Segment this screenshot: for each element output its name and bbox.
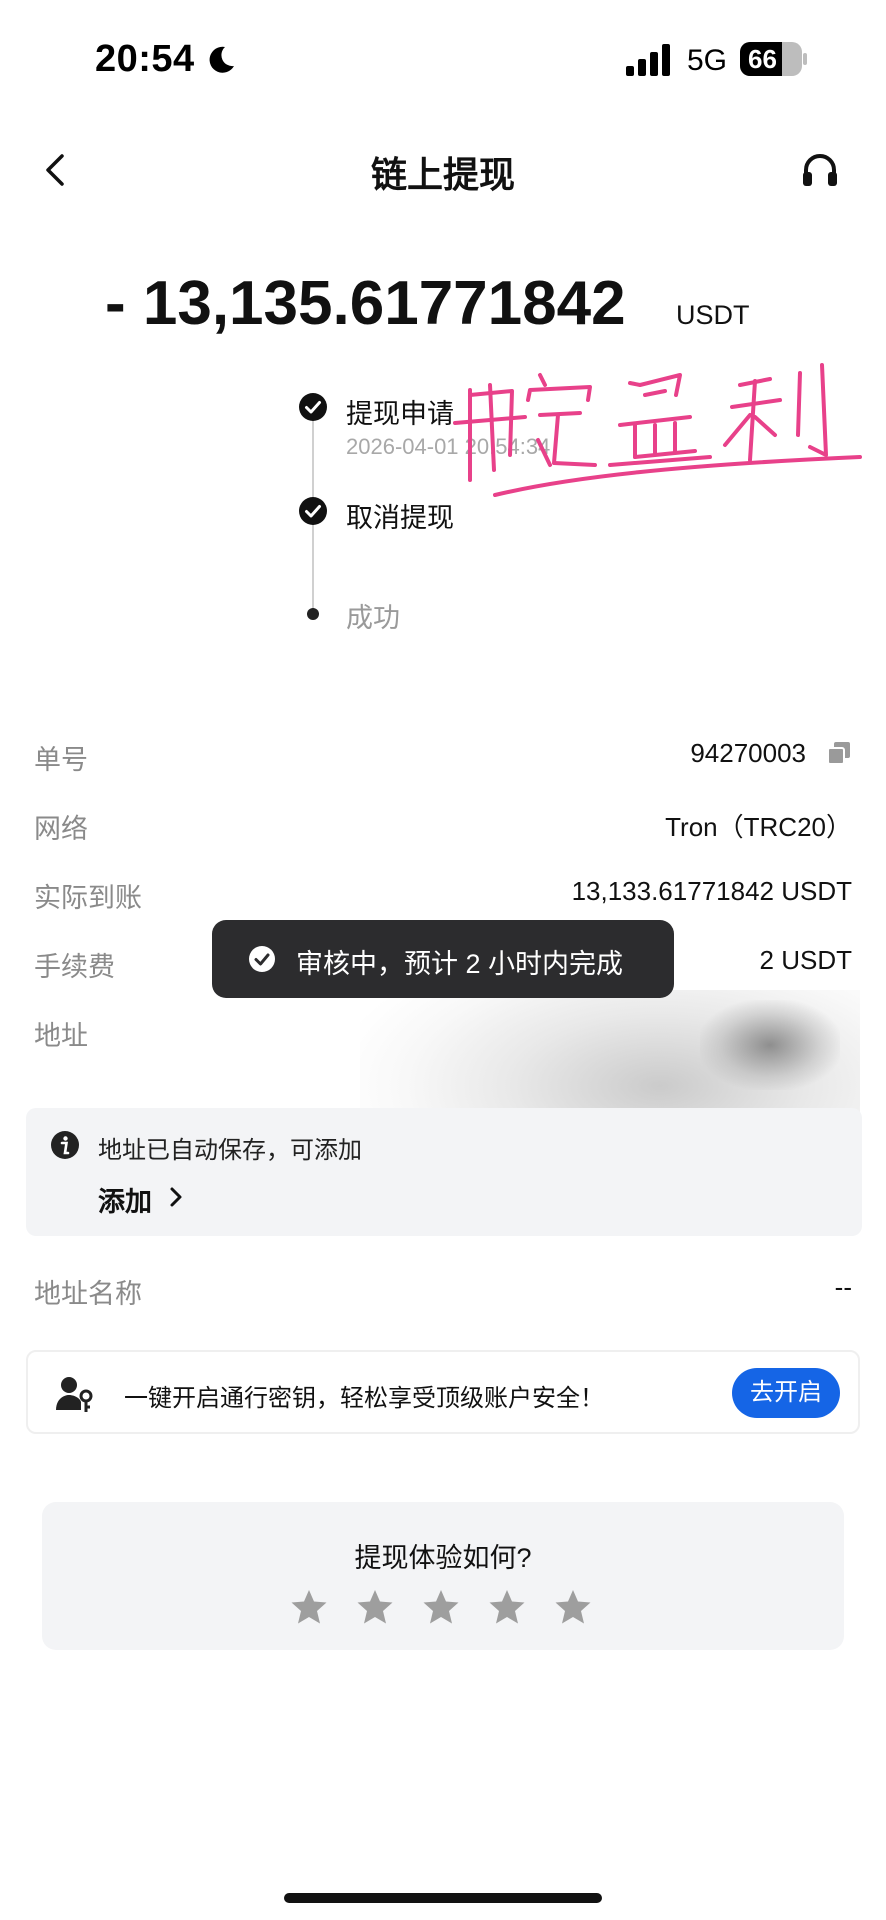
order-number-row: 单号 94270003 xyxy=(34,730,852,780)
star-rating xyxy=(290,1588,600,1628)
fee-value: 2 USDT xyxy=(759,945,852,975)
received-value: 13,133.61771842 USDT xyxy=(571,876,852,906)
passkey-promo: 一键开启通行密钥，轻松享受顶级账户安全！ 去开启 xyxy=(26,1350,860,1434)
rating-title: 提现体验如何? xyxy=(354,1543,532,1573)
address-saved-text: 地址已自动保存，可添加 xyxy=(98,1137,362,1164)
nav-bar: 链上提现 xyxy=(0,130,886,210)
person-key-icon xyxy=(56,1377,93,1412)
passkey-text: 一键开启通行密钥，轻松享受顶级账户安全！ xyxy=(124,1385,604,1412)
toast-text: 审核中，预计 2 小时内完成 xyxy=(296,949,624,979)
address-name-label: 地址名称 xyxy=(34,1279,142,1309)
timeline-step-label: 提现申请 xyxy=(346,399,454,429)
status-time: 20:54 xyxy=(95,38,195,80)
check-circle-icon xyxy=(299,393,327,421)
star-icon[interactable] xyxy=(290,1588,328,1626)
handwritten-annotation xyxy=(453,363,862,497)
address-saved-notice: 地址已自动保存，可添加 添加 xyxy=(26,1108,862,1236)
chevron-right-icon[interactable] xyxy=(166,1186,186,1208)
signal-icon xyxy=(626,44,670,76)
page-title: 链上提现 xyxy=(370,154,515,195)
network-label: 5G xyxy=(687,44,728,77)
rating-card: 提现体验如何? xyxy=(42,1502,844,1650)
home-indicator xyxy=(284,1893,602,1903)
network-row-label: 网络 xyxy=(34,814,88,844)
star-icon[interactable] xyxy=(356,1588,394,1626)
check-circle-icon xyxy=(299,497,327,525)
moon-icon xyxy=(209,46,234,73)
toast: 审核中，预计 2 小时内完成 xyxy=(212,920,674,998)
address-name-row: 地址名称 -- xyxy=(34,1264,852,1314)
star-icon[interactable] xyxy=(554,1588,592,1626)
network-row: 网络 Tron（TRC20） xyxy=(34,799,852,849)
battery-level: 66 xyxy=(748,44,777,74)
network-row-value: Tron（TRC20） xyxy=(665,812,852,842)
received-label: 实际到账 xyxy=(34,883,142,913)
fee-label: 手续费 xyxy=(34,952,115,982)
status-bar: 20:54 5G 66 xyxy=(0,0,886,120)
star-icon[interactable] xyxy=(488,1588,526,1626)
copy-icon[interactable] xyxy=(826,740,852,766)
withdrawal-amount: - 13,135.61771842 xyxy=(105,269,626,338)
check-circle-icon xyxy=(249,946,275,972)
address-label: 地址 xyxy=(34,1021,88,1051)
amount-unit: USDT xyxy=(676,300,750,330)
enable-passkey-button[interactable]: 去开启 xyxy=(732,1368,840,1418)
timeline-step-label: 成功 xyxy=(346,603,400,633)
address-name-value: -- xyxy=(834,1272,852,1302)
headset-icon[interactable] xyxy=(800,150,840,190)
timeline-step-label: 取消提现 xyxy=(346,503,454,533)
star-icon[interactable] xyxy=(422,1588,460,1626)
add-address-link[interactable]: 添加 xyxy=(98,1180,152,1219)
order-number-label: 单号 xyxy=(34,745,88,775)
info-icon xyxy=(51,1131,79,1159)
timeline-pending-dot xyxy=(307,608,319,620)
order-number-value: 94270003 xyxy=(690,738,806,768)
redaction-smudge xyxy=(700,1000,840,1090)
received-row: 实际到账 13,133.61771842 USDT xyxy=(34,868,852,918)
